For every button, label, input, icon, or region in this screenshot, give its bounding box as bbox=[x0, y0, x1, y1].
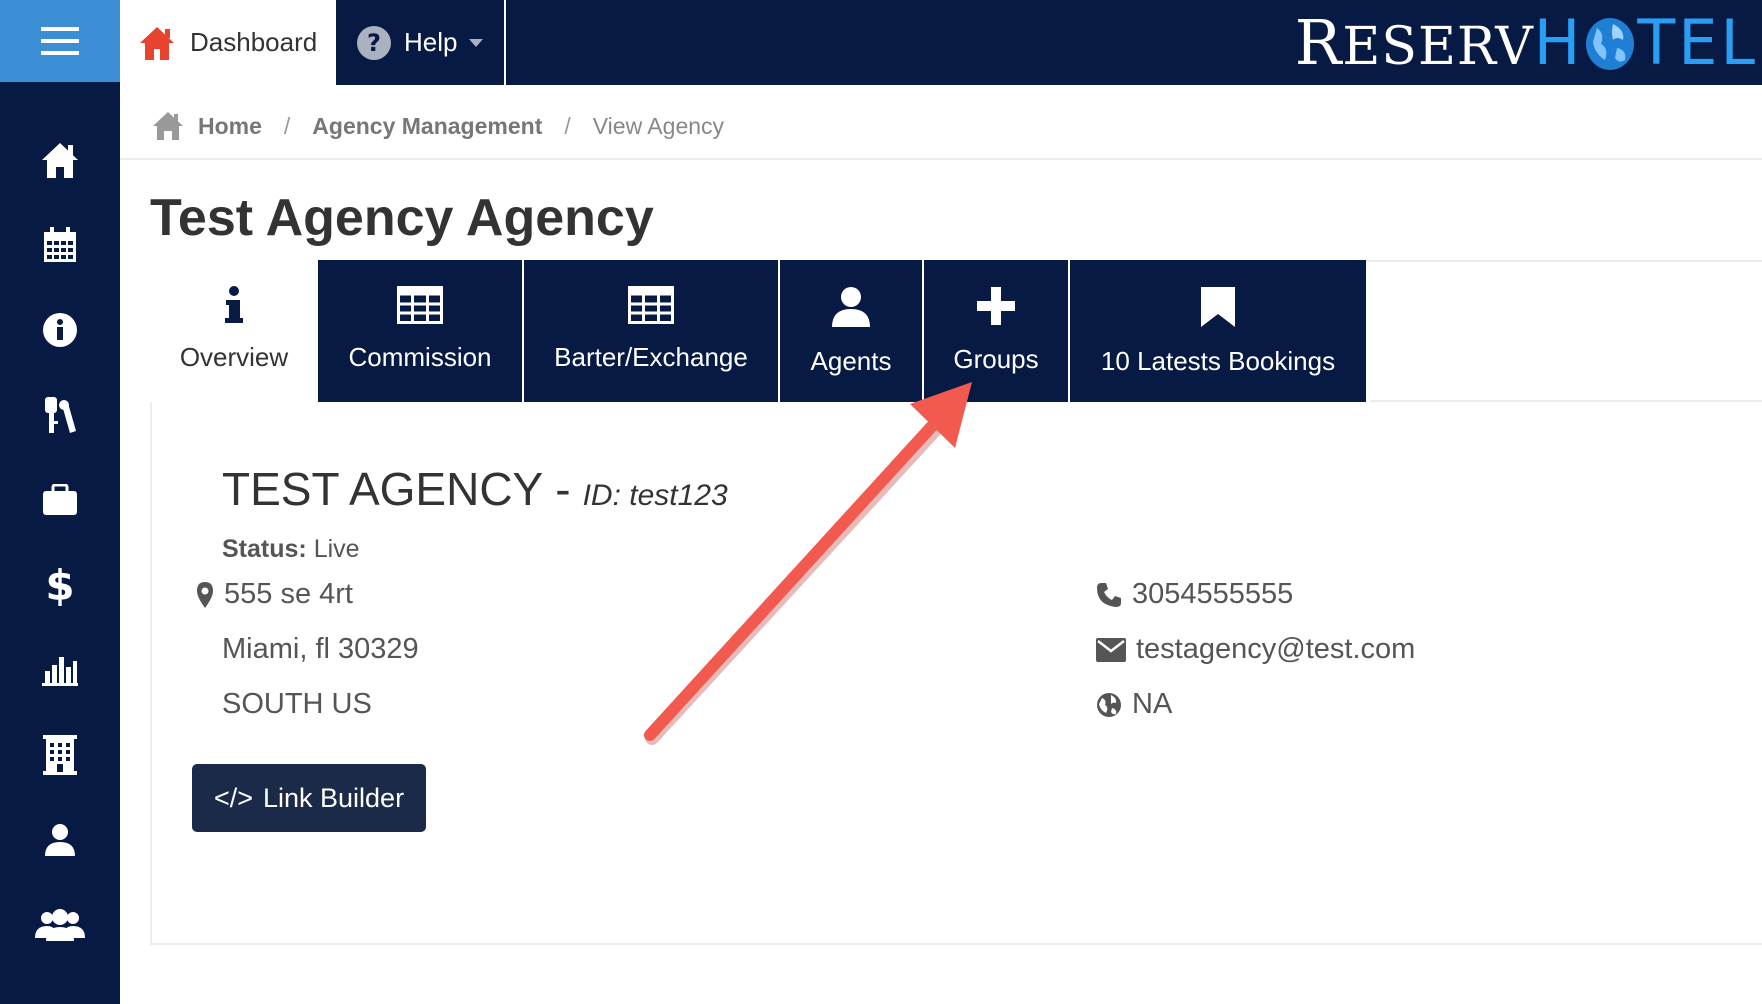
user-icon bbox=[832, 287, 870, 327]
home-icon bbox=[140, 26, 174, 60]
svg-text:$: $ bbox=[46, 564, 74, 606]
dollar-icon: $ bbox=[46, 564, 74, 606]
hamburger-icon bbox=[41, 27, 79, 55]
menu-toggle-button[interactable] bbox=[0, 0, 120, 82]
breadcrumb-separator: / bbox=[564, 112, 571, 139]
tab-latest-bookings-label: 10 Latests Bookings bbox=[1100, 346, 1336, 376]
nav-dashboard-link[interactable]: Dashboard bbox=[120, 0, 336, 85]
sidebar-item-reports[interactable] bbox=[0, 640, 120, 700]
tab-agents[interactable]: Agents bbox=[780, 260, 924, 402]
agency-phone: 3054555555 bbox=[1096, 578, 1293, 611]
nav-dashboard-label: Dashboard bbox=[190, 27, 318, 57]
bar-chart-icon bbox=[42, 657, 78, 686]
tab-barter-exchange[interactable]: Barter/Exchange bbox=[524, 260, 780, 402]
breadcrumb-home-label: Home bbox=[198, 112, 262, 139]
agency-email: testagency@test.com bbox=[1096, 633, 1415, 666]
code-icon: </> bbox=[213, 782, 253, 813]
nav-help-label: Help bbox=[404, 27, 458, 57]
nav-help-dropdown[interactable]: ? Help bbox=[336, 0, 506, 85]
status-value: Live bbox=[313, 535, 360, 563]
bookmark-icon bbox=[1201, 287, 1235, 327]
sidebar-item-info[interactable] bbox=[0, 300, 120, 360]
reservhotel-logo: RESERV H TEL bbox=[1295, 0, 1762, 85]
app-root: Dashboard ? Help RESERV H TEL $ Home / A… bbox=[0, 0, 1762, 1004]
tab-commission-label: Commission bbox=[348, 342, 492, 372]
address-line-2: Miami, fl 30329 bbox=[222, 633, 419, 665]
tab-barter-exchange-label: Barter/Exchange bbox=[554, 342, 748, 372]
sidebar: $ bbox=[0, 85, 120, 1004]
agency-heading-dash: - bbox=[555, 463, 571, 515]
sidebar-item-rates[interactable]: $ bbox=[0, 555, 120, 615]
breadcrumb-agency-management-link[interactable]: Agency Management bbox=[312, 113, 542, 140]
breadcrumb: Home / Agency Management / View Agency bbox=[152, 106, 724, 146]
envelope-icon bbox=[1096, 637, 1126, 662]
breadcrumb-separator: / bbox=[283, 112, 291, 139]
link-builder-label: Link Builder bbox=[262, 782, 405, 813]
tab-groups[interactable]: Groups bbox=[924, 260, 1070, 402]
phone-icon bbox=[1097, 582, 1121, 607]
agency-name: TEST AGENCY bbox=[222, 463, 544, 515]
globe-icon bbox=[1097, 692, 1121, 717]
tab-agents-label: Agents bbox=[810, 346, 892, 376]
logo-reserv-text: RESERV bbox=[1294, 6, 1534, 79]
link-builder-button[interactable]: </> Link Builder bbox=[192, 764, 426, 832]
keys-icon bbox=[45, 397, 76, 433]
sidebar-item-properties[interactable] bbox=[0, 725, 120, 785]
tab-commission[interactable]: Commission bbox=[318, 260, 524, 402]
globe-icon bbox=[1586, 17, 1635, 70]
agency-tabs: Overview Commission Barter/Exchange Agen… bbox=[150, 260, 1366, 402]
agency-website: NA bbox=[1096, 688, 1172, 721]
question-circle-icon: ? bbox=[357, 25, 391, 60]
status-label: Status: bbox=[222, 535, 307, 563]
breadcrumb-current: View Agency bbox=[592, 112, 725, 139]
sidebar-item-user[interactable] bbox=[0, 810, 120, 870]
address-line-1: 555 se 4rt bbox=[196, 578, 353, 611]
briefcase-icon bbox=[43, 484, 77, 515]
calendar-icon bbox=[44, 227, 76, 262]
home-icon bbox=[153, 112, 183, 140]
home-icon bbox=[42, 143, 78, 178]
user-icon bbox=[45, 824, 75, 856]
sidebar-item-home[interactable] bbox=[0, 130, 120, 190]
breadcrumb-divider bbox=[120, 158, 1762, 160]
caret-down-icon bbox=[469, 38, 484, 47]
tab-groups-label: Groups bbox=[953, 344, 1039, 374]
tab-overview[interactable]: Overview bbox=[150, 260, 318, 402]
users-icon bbox=[35, 909, 85, 941]
sidebar-item-calendar[interactable] bbox=[0, 215, 120, 275]
address-line-3: SOUTH US bbox=[222, 688, 372, 720]
map-marker-icon bbox=[197, 581, 213, 608]
table-icon bbox=[628, 286, 674, 324]
building-icon bbox=[43, 735, 77, 775]
tab-underline bbox=[1370, 400, 1762, 402]
info-icon bbox=[43, 313, 77, 347]
sidebar-item-users[interactable] bbox=[0, 895, 120, 955]
logo-hotel-text: H TEL bbox=[1533, 6, 1758, 79]
info-icon bbox=[225, 286, 243, 323]
page-title: Test Agency Agency bbox=[150, 189, 654, 247]
tab-latest-bookings[interactable]: 10 Latests Bookings bbox=[1070, 260, 1366, 402]
sidebar-item-briefcase[interactable] bbox=[0, 470, 120, 530]
table-icon bbox=[397, 286, 443, 324]
svg-text:?: ? bbox=[367, 29, 381, 57]
tab-overview-label: Overview bbox=[179, 342, 289, 372]
breadcrumb-home-link[interactable]: Home bbox=[152, 111, 262, 141]
agency-heading: TEST AGENCY - ID: test123 bbox=[222, 462, 728, 516]
agency-status: Status: Live bbox=[222, 535, 360, 564]
agency-id: ID: test123 bbox=[582, 479, 728, 512]
sidebar-item-keys[interactable] bbox=[0, 385, 120, 445]
plus-icon bbox=[977, 287, 1015, 325]
top-navbar: Dashboard ? Help RESERV H TEL bbox=[0, 0, 1762, 85]
